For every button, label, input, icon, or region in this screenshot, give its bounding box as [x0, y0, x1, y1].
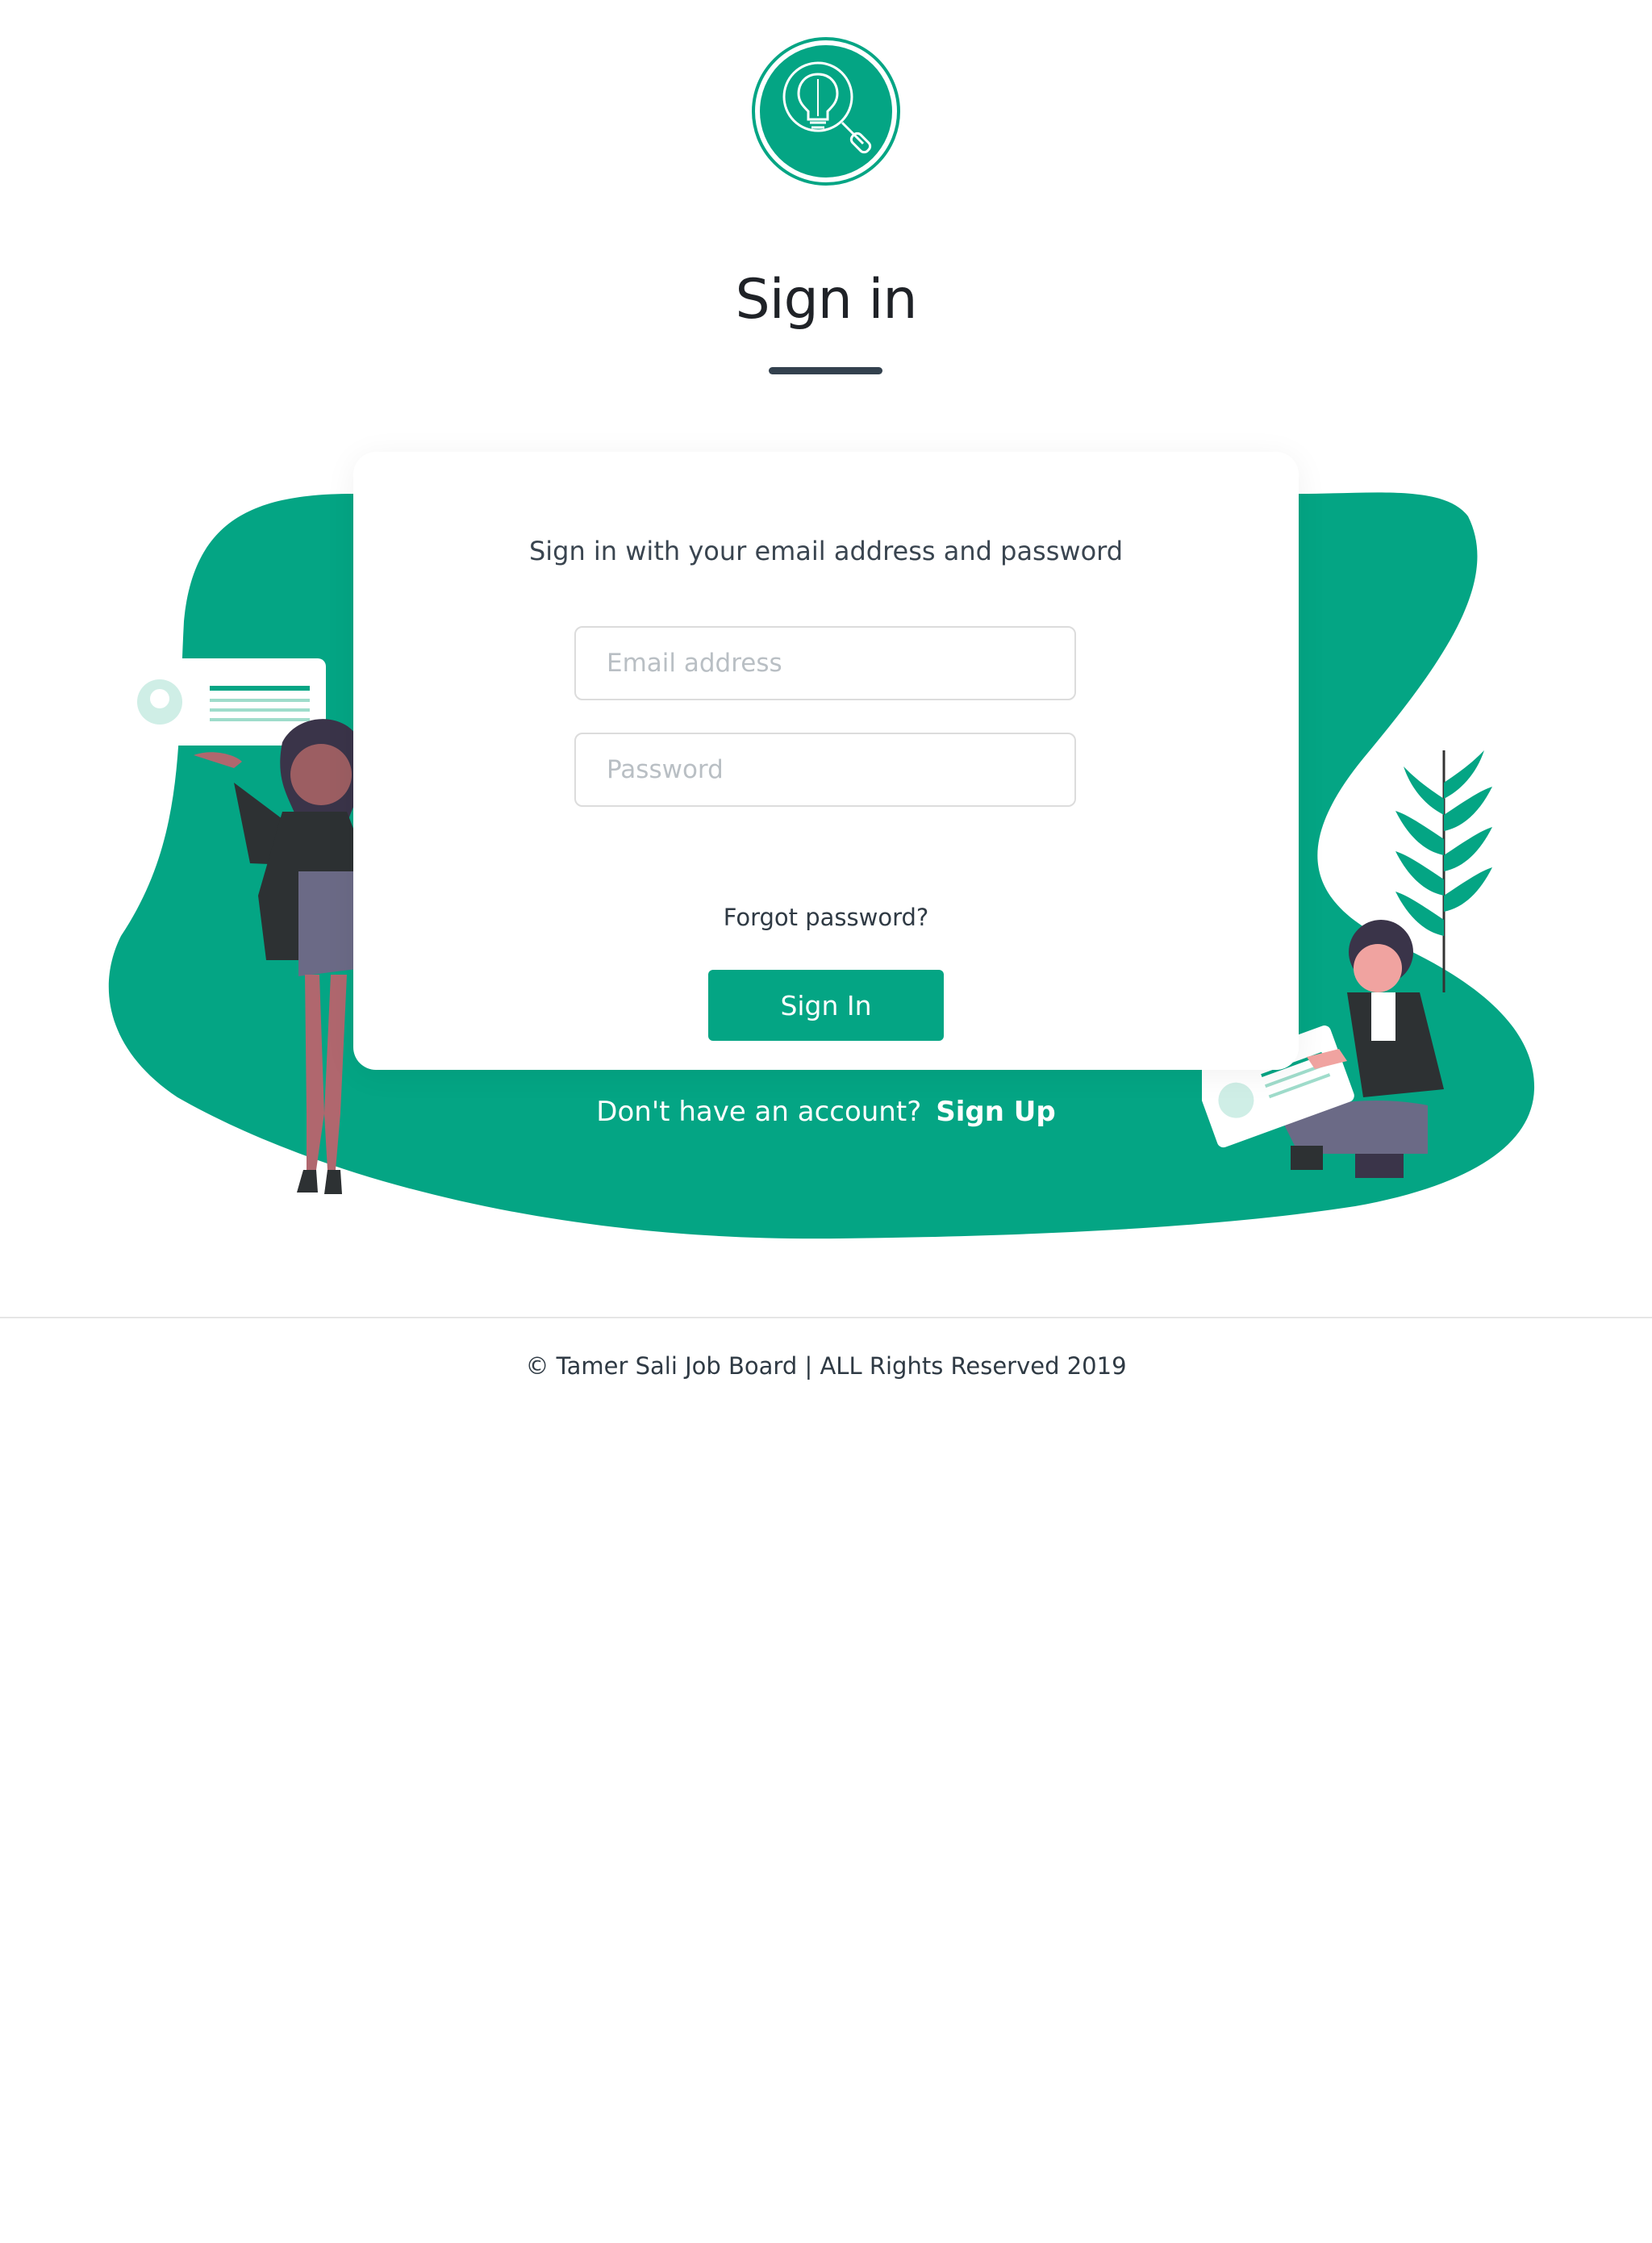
password-field[interactable]: [574, 733, 1076, 807]
lightbulb-magnifier-icon: [752, 37, 900, 186]
signin-scene: Sign in with your email address and pass…: [0, 420, 1652, 1259]
signup-prompt-text: Don't have an account?: [596, 1096, 922, 1128]
footer-copyright: © Tamer Sali Job Board | ALL Rights Rese…: [525, 1352, 1127, 1380]
signin-instructions: Sign in with your email address and pass…: [528, 536, 1124, 566]
sign-up-link[interactable]: Sign Up: [936, 1096, 1055, 1128]
sign-in-button[interactable]: Sign In: [708, 970, 944, 1041]
signin-card: Sign in with your email address and pass…: [353, 452, 1299, 1070]
signup-prompt-row: Don't have an account? Sign Up: [0, 1096, 1652, 1128]
page-title: Sign in: [735, 268, 918, 332]
forgot-password-link[interactable]: Forgot password?: [353, 904, 1299, 931]
brand-logo[interactable]: [752, 37, 900, 186]
title-underline: [769, 367, 882, 374]
footer-divider: [0, 1317, 1652, 1318]
email-field[interactable]: [574, 626, 1076, 700]
